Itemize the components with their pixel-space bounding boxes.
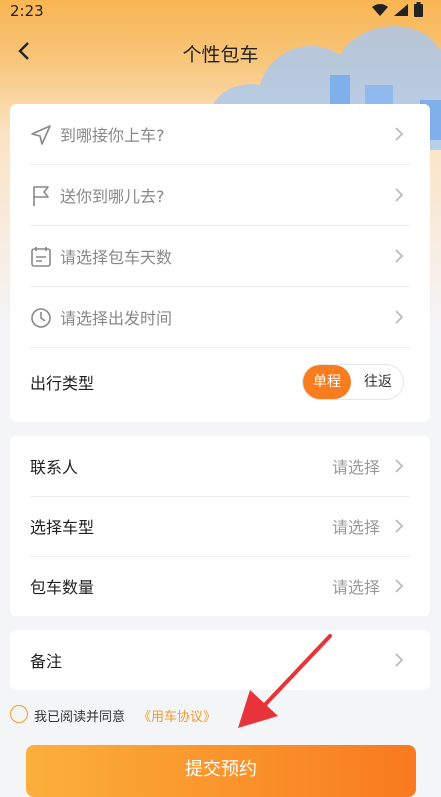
page-title: 个性包车: [182, 44, 259, 66]
annotation-arrow-icon: [238, 634, 332, 728]
car-count-value: 请选择: [331, 578, 380, 597]
divider: [30, 347, 410, 348]
pickup-row[interactable]: 到哪接你上车?: [30, 104, 410, 164]
send-icon: [31, 125, 51, 145]
wifi-icon: [372, 3, 388, 16]
chevron-right-icon: [395, 519, 404, 533]
car-count-label: 包车数量: [30, 578, 95, 597]
pickup-placeholder: 到哪接你上车?: [60, 126, 165, 145]
agreement-link[interactable]: 《用车协议》: [138, 706, 216, 725]
trip-type-label: 出行类型: [30, 374, 95, 393]
contact-label: 联系人: [30, 458, 79, 477]
calendar-icon: [31, 247, 51, 267]
contact-row[interactable]: 联系人 请选择: [30, 436, 410, 496]
status-time: 2:23: [10, 2, 44, 20]
destination-row[interactable]: 送你到哪儿去?: [30, 165, 410, 225]
car-type-label: 选择车型: [30, 518, 95, 537]
trip-type-row: 出行类型 单程 往返: [30, 352, 410, 412]
remark-label: 备注: [30, 652, 63, 671]
contact-value: 请选择: [331, 458, 380, 477]
chevron-right-icon: [395, 249, 404, 263]
chevron-right-icon: [395, 188, 404, 202]
chevron-right-icon: [395, 579, 404, 593]
flag-icon: [33, 186, 49, 206]
one-way-option[interactable]: 单程: [303, 365, 351, 399]
agreement-text: 我已阅读并同意: [34, 710, 126, 725]
departure-time-row[interactable]: 请选择出发时间: [30, 287, 410, 347]
submit-button[interactable]: 提交预约: [26, 745, 416, 797]
days-placeholder: 请选择包车天数: [60, 248, 173, 267]
destination-placeholder: 送你到哪儿去?: [60, 187, 165, 206]
remark-row[interactable]: 备注: [30, 630, 410, 690]
agreement-radio[interactable]: [10, 705, 28, 723]
trip-card: 到哪接你上车? 送你到哪儿去? 请选择包车天数 请选择出发时间 出行类型 单程 …: [10, 104, 430, 422]
remark-card: 备注: [10, 630, 430, 690]
car-count-row[interactable]: 包车数量 请选择: [30, 556, 410, 616]
round-trip-option[interactable]: 往返: [355, 365, 401, 399]
contact-card: 联系人 请选择 选择车型 请选择 包车数量 请选择: [10, 436, 430, 616]
title-bar: 个性包车: [0, 30, 441, 74]
chevron-right-icon: [395, 127, 404, 141]
car-type-value: 请选择: [331, 518, 380, 537]
battery-icon: [414, 2, 423, 17]
signal-icon: [394, 3, 408, 16]
departure-time-placeholder: 请选择出发时间: [60, 309, 173, 328]
trip-type-toggle[interactable]: 单程 往返: [302, 364, 404, 400]
status-icons: [372, 2, 423, 17]
car-type-row[interactable]: 选择车型 请选择: [30, 496, 410, 556]
clock-icon: [31, 308, 51, 328]
chevron-right-icon: [395, 459, 404, 473]
status-bar: 2:23: [0, 0, 441, 24]
chevron-right-icon: [395, 653, 404, 667]
chevron-right-icon: [395, 310, 404, 324]
days-row[interactable]: 请选择包车天数: [30, 226, 410, 286]
